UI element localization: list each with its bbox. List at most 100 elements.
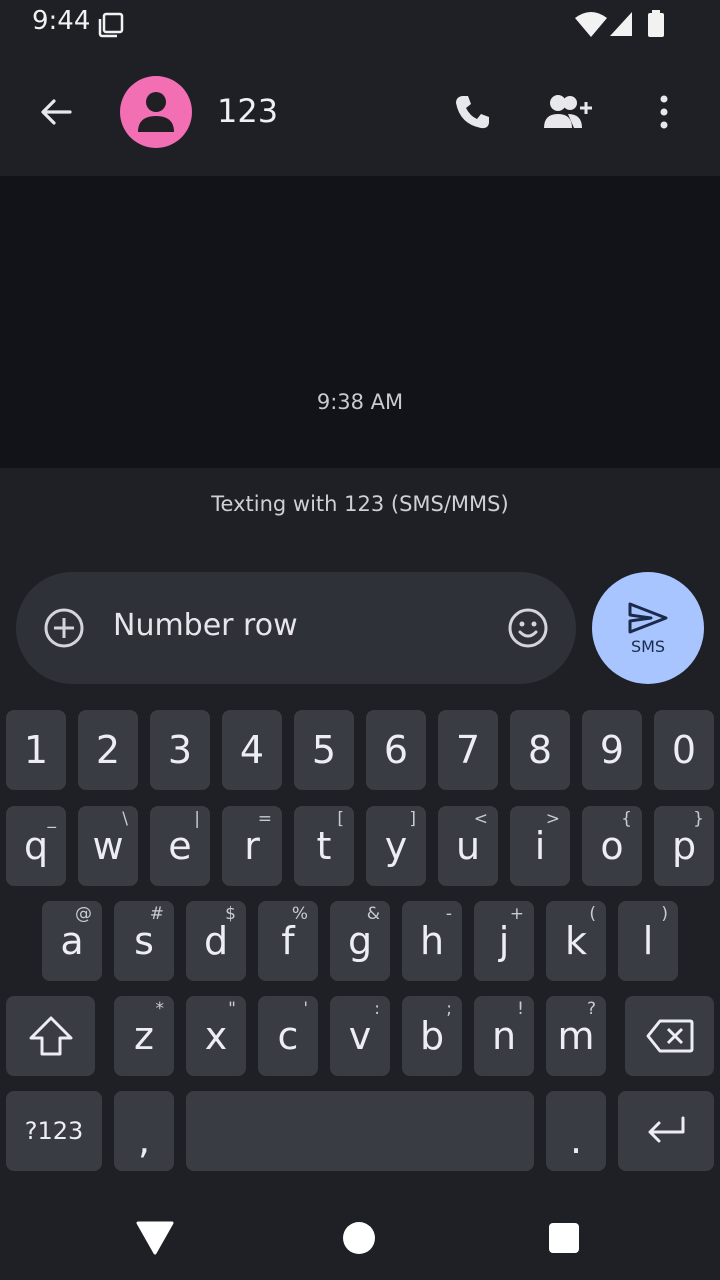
key-g[interactable]: g & [330, 901, 390, 981]
nav-home-circle-icon [343, 1222, 375, 1254]
key-9[interactable]: 9 [582, 710, 642, 790]
key-p[interactable]: p} [654, 806, 714, 886]
key-x-hint: " [228, 999, 236, 1019]
key-s[interactable]: s # [114, 901, 174, 981]
key-k[interactable]: k( [546, 901, 606, 981]
enter-key[interactable] [618, 1091, 714, 1171]
nav-recents-button[interactable] [536, 1210, 592, 1266]
comma-key[interactable]: , [114, 1091, 174, 1171]
symbols-key[interactable]: ?123 [6, 1091, 102, 1171]
key-2[interactable]: 2 [78, 710, 138, 790]
key-7[interactable]: 7 [438, 710, 498, 790]
key-g-label: g [347, 919, 373, 963]
key-m[interactable]: m? [546, 996, 606, 1076]
key-q-hint: _ [47, 809, 57, 829]
key-0[interactable]: 0 [654, 710, 714, 790]
key-x-label: x [204, 1014, 228, 1058]
keyboard: 1234567890 q _ w \ e | r = t[y] u < i > o{p} a @ s # d $ f%… [0, 700, 720, 1186]
key-c-label: c [277, 1014, 299, 1058]
key-1[interactable]: 1 [6, 710, 66, 790]
key-n[interactable]: n! [474, 996, 534, 1076]
key-0-label: 0 [671, 728, 697, 772]
key-4-label: 4 [239, 728, 265, 772]
key-u[interactable]: u < [438, 806, 498, 886]
key-m-label: m [557, 1014, 595, 1058]
key-q[interactable]: q _ [6, 806, 66, 886]
more-options-button[interactable] [636, 84, 692, 140]
key-e[interactable]: e | [150, 806, 210, 886]
compose-field[interactable]: Number row [16, 572, 576, 684]
wifi-icon [574, 10, 608, 42]
key-h[interactable]: h- [402, 901, 462, 981]
key-k-label: k [564, 919, 587, 963]
key-3-label: 3 [167, 728, 193, 772]
nav-back-triangle-icon [136, 1221, 174, 1255]
shift-key[interactable] [6, 996, 95, 1076]
key-b[interactable]: b; [402, 996, 462, 1076]
key-x[interactable]: x " [186, 996, 246, 1076]
call-button[interactable] [444, 84, 500, 140]
key-l-label: l [642, 919, 654, 963]
message-thread[interactable]: 9:38 AM [0, 176, 720, 468]
add-attachment-button[interactable] [40, 604, 88, 652]
key-v-label: v [348, 1014, 372, 1058]
key-3[interactable]: 3 [150, 710, 210, 790]
key-9-label: 9 [599, 728, 625, 772]
key-c[interactable]: c ' [258, 996, 318, 1076]
key-y-label: y [384, 824, 408, 868]
add-contact-button[interactable] [540, 84, 596, 140]
send-label: SMS [630, 636, 666, 656]
key-4[interactable]: 4 [222, 710, 282, 790]
key-o[interactable]: o{ [582, 806, 642, 886]
texting-info-text: Texting with 123 (SMS/MMS) [211, 492, 509, 516]
key-6[interactable]: 6 [366, 710, 426, 790]
add-circle-icon [44, 608, 84, 648]
nav-back-button[interactable] [127, 1210, 183, 1266]
key-b-hint: ; [446, 999, 452, 1019]
back-button[interactable] [24, 88, 88, 136]
battery-icon [646, 10, 666, 42]
backspace-key[interactable] [625, 996, 714, 1076]
key-h-label: h [419, 919, 445, 963]
key-t[interactable]: t[ [294, 806, 354, 886]
contact-avatar[interactable] [120, 76, 192, 148]
key-8[interactable]: 8 [510, 710, 570, 790]
key-1-label: 1 [23, 728, 49, 772]
key-d[interactable]: d $ [186, 901, 246, 981]
key-f[interactable]: f% [258, 901, 318, 981]
status-time: 9:44 [32, 6, 91, 36]
emoji-button[interactable] [504, 604, 552, 652]
key-r[interactable]: r = [222, 806, 282, 886]
space-key[interactable] [186, 1091, 534, 1171]
key-a-hint: @ [75, 904, 92, 924]
key-a[interactable]: a @ [42, 901, 102, 981]
emoji-icon [508, 608, 548, 648]
key-q-label: q [23, 824, 49, 868]
key-w-hint: \ [122, 809, 128, 829]
key-d-label: d [203, 919, 229, 963]
key-w[interactable]: w \ [78, 806, 138, 886]
key-m-hint: ? [586, 999, 596, 1019]
enter-icon [648, 1116, 685, 1143]
person-add-icon [544, 95, 592, 128]
key-i[interactable]: i > [510, 806, 570, 886]
key-y[interactable]: y] [366, 806, 426, 886]
key-t-label: t [316, 824, 332, 868]
compose-text[interactable]: Number row [113, 608, 298, 643]
send-sms-button[interactable]: SMS [592, 572, 704, 684]
key-z[interactable]: z * [114, 996, 174, 1076]
cell-signal-icon [608, 10, 634, 42]
compose-area: Number row SMS [0, 540, 720, 700]
key-j[interactable]: j + [474, 901, 534, 981]
nav-home-button[interactable] [331, 1210, 387, 1266]
key-g-hint: & [366, 904, 380, 924]
person-icon [138, 92, 174, 132]
key-a-label: a [60, 919, 84, 963]
key-5[interactable]: 5 [294, 710, 354, 790]
key-l[interactable]: l) [618, 901, 678, 981]
app-bar: 123 [0, 48, 720, 176]
key-n-label: n [491, 1014, 517, 1058]
nav-recents-square-icon [549, 1223, 579, 1253]
period-key[interactable]: . [546, 1091, 606, 1171]
key-v[interactable]: v: [330, 996, 390, 1076]
